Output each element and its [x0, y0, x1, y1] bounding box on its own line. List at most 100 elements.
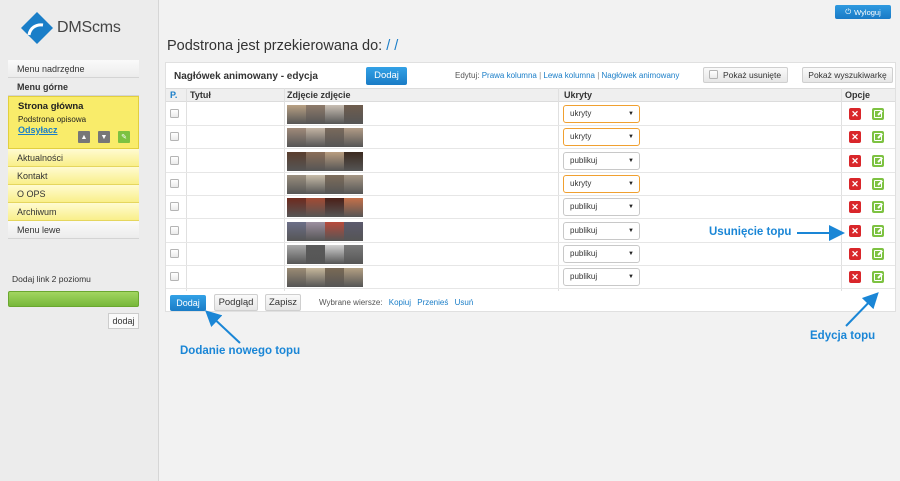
table-row: publikuj ✕: [166, 243, 895, 266]
delete-icon[interactable]: ✕: [849, 201, 861, 214]
row-visibility-select[interactable]: ukryty: [563, 174, 640, 193]
table-row: publikuj ✕: [166, 150, 895, 173]
delete-icon[interactable]: ✕: [849, 154, 861, 167]
row-image-thumbnail: [287, 105, 363, 124]
table-row: ukryty ✕: [166, 103, 895, 126]
edit-icon[interactable]: [872, 271, 884, 284]
active-page-title[interactable]: Strona główna: [18, 101, 131, 112]
delete-icon[interactable]: ✕: [849, 177, 861, 190]
edit-icon[interactable]: [872, 108, 884, 120]
sidebar-active-page: Strona główna Podstrona opisowa Odsyłacz…: [8, 96, 139, 149]
move-down-icon[interactable]: ▼: [98, 131, 110, 143]
selected-rows-label: Wybrane wiersze:: [319, 298, 383, 307]
show-deleted-label: Pokaż usunięte: [723, 70, 782, 80]
sidebar-menu: Menu nadrzędne Menu górne Strona główna …: [8, 60, 139, 239]
add-button-top[interactable]: Dodaj: [366, 67, 407, 85]
row-checkbox[interactable]: [170, 225, 179, 235]
edit-link-right-column[interactable]: Prawa kolumna: [482, 71, 537, 80]
add-link-input[interactable]: [8, 291, 139, 307]
power-icon: ⏻: [845, 7, 852, 16]
delete-icon[interactable]: ✕: [849, 271, 861, 284]
move-link[interactable]: Przenieś: [417, 298, 448, 307]
edit-links-prefix: Edytuj:: [455, 71, 480, 80]
row-image-thumbnail: [287, 221, 363, 241]
sidebar: DMScms Menu nadrzędne Menu górne Strona …: [0, 0, 159, 481]
table-row: ukryty ✕: [166, 126, 895, 150]
sidebar-item-menu-gorne[interactable]: Menu górne: [8, 78, 139, 96]
edit-icon[interactable]: [872, 201, 884, 214]
edit-link-animated-header[interactable]: Nagłówek animowany: [602, 71, 680, 80]
row-checkbox[interactable]: [170, 155, 179, 165]
sidebar-item-menu-nadrzedne[interactable]: Menu nadrzędne: [8, 60, 139, 78]
row-checkbox[interactable]: [170, 248, 179, 258]
annotation-edit: Edycja topu: [810, 330, 876, 342]
logout-label: Wyloguj: [854, 7, 881, 17]
page-title-link[interactable]: / /: [386, 38, 398, 54]
row-image-thumbnail: [287, 174, 363, 194]
add-link-label: Dodaj link 2 poziomu: [12, 274, 91, 284]
row-visibility-select[interactable]: publikuj: [563, 244, 640, 263]
row-image-thumbnail: [287, 268, 363, 288]
edit-link-left-column[interactable]: Lewa kolumna: [543, 71, 595, 80]
row-checkbox[interactable]: [170, 178, 179, 188]
panel-title: Nagłówek animowany - edycja: [174, 71, 318, 82]
col-title: Tytuł: [190, 90, 211, 100]
table-row: publikuj ✕: [166, 266, 895, 290]
sidebar-item-menu-lewe[interactable]: Menu lewe: [8, 221, 139, 239]
row-checkbox[interactable]: [170, 202, 179, 212]
sidebar-item-aktualnosci[interactable]: Aktualności: [8, 149, 139, 167]
copy-link[interactable]: Kopiuj: [389, 298, 411, 307]
row-image-thumbnail: [287, 128, 363, 148]
dmscms-logo-icon: [21, 12, 53, 44]
sidebar-item-o-ops[interactable]: O OPS: [8, 185, 139, 203]
preview-button[interactable]: Podgląd: [214, 294, 258, 311]
edit-icon[interactable]: [872, 131, 884, 144]
sidebar-item-kontakt[interactable]: Kontakt: [8, 167, 139, 185]
edit-links: Edytuj: Prawa kolumna | Lewa kolumna | N…: [455, 71, 680, 80]
edit-icon[interactable]: ✎: [118, 131, 130, 143]
add-link-button[interactable]: dodaj: [108, 313, 139, 329]
logout-button[interactable]: ⏻ Wyloguj: [835, 5, 891, 19]
row-image-thumbnail: [287, 244, 363, 264]
row-checkbox[interactable]: [170, 109, 179, 118]
delete-icon[interactable]: ✕: [849, 131, 861, 144]
edit-panel: Nagłówek animowany - edycja Dodaj Edytuj…: [165, 62, 896, 312]
edit-icon[interactable]: [872, 177, 884, 190]
add-new-button[interactable]: Dodaj: [170, 295, 206, 311]
table-header: P. Tytuł Zdjęcie zdjęcie Ukryty Opcje: [166, 88, 895, 102]
page-title-text: Podstrona jest przekierowana do:: [167, 38, 383, 54]
delete-icon[interactable]: ✕: [849, 224, 861, 237]
row-visibility-select[interactable]: publikuj: [563, 268, 640, 287]
col-options: Opcje: [845, 90, 871, 100]
row-visibility-select[interactable]: publikuj: [563, 221, 640, 240]
table-row: publikuj ✕: [166, 196, 895, 220]
selected-rows-actions: Wybrane wiersze: Kopiuj Przenieś Usuń: [319, 298, 473, 307]
row-checkbox[interactable]: [170, 132, 179, 142]
show-deleted-toggle[interactable]: Pokaż usunięte: [703, 67, 788, 83]
delete-icon[interactable]: ✕: [849, 108, 861, 120]
table-row: ukryty ✕: [166, 173, 895, 196]
row-visibility-select[interactable]: publikuj: [563, 198, 640, 217]
row-image-thumbnail: [287, 151, 363, 171]
row-checkbox[interactable]: [170, 272, 179, 282]
edit-icon[interactable]: [872, 224, 884, 237]
annotation-delete: Usunięcie topu: [709, 226, 792, 238]
col-image: Zdjęcie zdjęcie: [287, 90, 351, 100]
logo-text: DMScms: [57, 19, 121, 36]
delete-icon[interactable]: ✕: [849, 247, 861, 260]
row-visibility-select[interactable]: publikuj: [563, 151, 640, 170]
row-image-thumbnail: [287, 198, 363, 218]
sidebar-item-archiwum[interactable]: Archiwum: [8, 203, 139, 221]
move-up-icon[interactable]: ▲: [78, 131, 90, 143]
delete-selected-link[interactable]: Usuń: [455, 298, 474, 307]
col-position[interactable]: P.: [170, 90, 177, 100]
save-button[interactable]: Zapisz: [265, 294, 301, 311]
logo[interactable]: DMScms: [20, 10, 121, 46]
edit-icon[interactable]: [872, 154, 884, 167]
edit-icon[interactable]: [872, 247, 884, 260]
arrow-add: [205, 310, 241, 344]
row-visibility-select[interactable]: ukryty: [563, 128, 640, 147]
row-visibility-select[interactable]: ukryty: [563, 105, 640, 123]
show-search-button[interactable]: Pokaż wyszukiwarkę: [802, 67, 893, 83]
show-deleted-checkbox[interactable]: [709, 70, 718, 79]
